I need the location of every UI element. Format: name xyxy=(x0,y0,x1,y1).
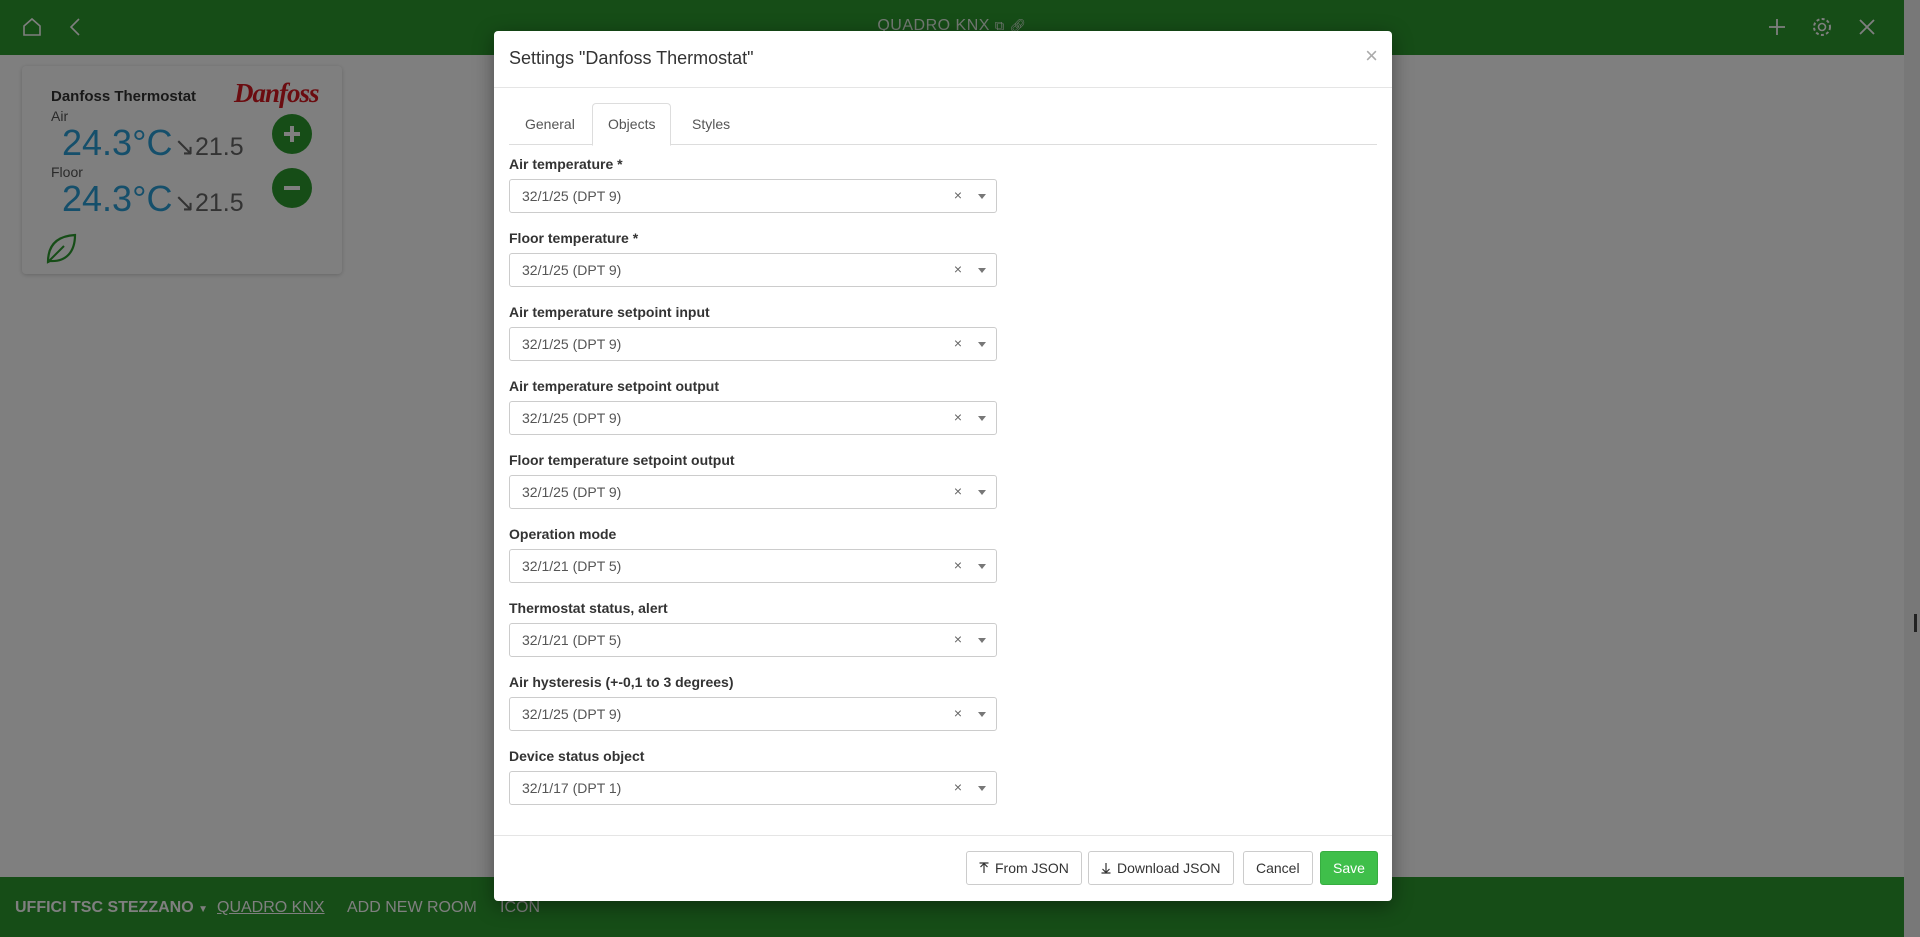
dialog-header: Settings "Danfoss Thermostat" × xyxy=(494,31,1392,88)
select-operation-mode[interactable]: 32/1/21 (DPT 5) × xyxy=(509,549,997,583)
select-value: 32/1/25 (DPT 9) xyxy=(522,410,622,426)
tab-styles[interactable]: Styles xyxy=(676,103,746,146)
select-value: 32/1/25 (DPT 9) xyxy=(522,706,622,722)
cancel-button[interactable]: Cancel xyxy=(1243,851,1313,885)
chevron-down-icon[interactable] xyxy=(978,342,986,347)
select-floor-temperature[interactable]: 32/1/25 (DPT 9) × xyxy=(509,253,997,287)
dialog-close-button[interactable]: × xyxy=(1365,43,1378,69)
field-label-thermostat-status: Thermostat status, alert xyxy=(509,600,668,616)
field-label-device-status: Device status object xyxy=(509,748,645,764)
download-icon xyxy=(1101,863,1111,874)
clear-icon[interactable]: × xyxy=(954,187,962,203)
select-air-hysteresis[interactable]: 32/1/25 (DPT 9) × xyxy=(509,697,997,731)
download-json-button[interactable]: Download JSON xyxy=(1088,851,1234,885)
chevron-down-icon[interactable] xyxy=(978,786,986,791)
clear-icon[interactable]: × xyxy=(954,261,962,277)
select-device-status[interactable]: 32/1/17 (DPT 1) × xyxy=(509,771,997,805)
chevron-down-icon[interactable] xyxy=(978,490,986,495)
mouse-cursor xyxy=(1914,614,1917,632)
select-floor-setpoint-output[interactable]: 32/1/25 (DPT 9) × xyxy=(509,475,997,509)
chevron-down-icon[interactable] xyxy=(978,268,986,273)
clear-icon[interactable]: × xyxy=(954,779,962,795)
select-air-setpoint-output[interactable]: 32/1/25 (DPT 9) × xyxy=(509,401,997,435)
chevron-down-icon[interactable] xyxy=(978,564,986,569)
field-label-air-temperature: Air temperature * xyxy=(509,156,623,172)
tab-general[interactable]: General xyxy=(509,103,591,146)
select-thermostat-status[interactable]: 32/1/21 (DPT 5) × xyxy=(509,623,997,657)
chevron-down-icon[interactable] xyxy=(978,194,986,199)
field-label-floor-setpoint-output: Floor temperature setpoint output xyxy=(509,452,735,468)
clear-icon[interactable]: × xyxy=(954,631,962,647)
field-label-air-setpoint-input: Air temperature setpoint input xyxy=(509,304,710,320)
select-value: 32/1/21 (DPT 5) xyxy=(522,632,622,648)
dialog-footer: From JSON Download JSON Cancel Save xyxy=(494,835,1392,901)
from-json-label: From JSON xyxy=(995,860,1069,876)
clear-icon[interactable]: × xyxy=(954,409,962,425)
clear-icon[interactable]: × xyxy=(954,335,962,351)
clear-icon[interactable]: × xyxy=(954,705,962,721)
tab-objects[interactable]: Objects xyxy=(592,103,672,146)
from-json-button[interactable]: From JSON xyxy=(966,851,1082,885)
field-label-air-setpoint-output: Air temperature setpoint output xyxy=(509,378,720,394)
select-air-setpoint-input[interactable]: 32/1/25 (DPT 9) × xyxy=(509,327,997,361)
field-label-floor-temperature: Floor temperature * xyxy=(509,230,639,246)
download-json-label: Download JSON xyxy=(1117,860,1221,876)
clear-icon[interactable]: × xyxy=(954,483,962,499)
chevron-down-icon[interactable] xyxy=(978,712,986,717)
select-value: 32/1/25 (DPT 9) xyxy=(522,262,622,278)
select-value: 32/1/21 (DPT 5) xyxy=(522,558,622,574)
select-value: 32/1/25 (DPT 9) xyxy=(522,336,622,352)
save-button[interactable]: Save xyxy=(1320,851,1378,885)
select-value: 32/1/25 (DPT 9) xyxy=(522,188,622,204)
dialog-tabs: General Objects Styles xyxy=(509,103,1377,146)
select-value: 32/1/25 (DPT 9) xyxy=(522,484,622,500)
settings-dialog: Settings "Danfoss Thermostat" × General … xyxy=(494,31,1392,901)
upload-icon xyxy=(979,862,989,873)
field-label-operation-mode: Operation mode xyxy=(509,526,617,542)
chevron-down-icon[interactable] xyxy=(978,638,986,643)
field-label-air-hysteresis: Air hysteresis (+-0,1 to 3 degrees) xyxy=(509,674,734,690)
chevron-down-icon[interactable] xyxy=(978,416,986,421)
select-value: 32/1/17 (DPT 1) xyxy=(522,780,622,796)
dialog-title: Settings "Danfoss Thermostat" xyxy=(509,48,754,68)
select-air-temperature[interactable]: 32/1/25 (DPT 9) × xyxy=(509,179,997,213)
clear-icon[interactable]: × xyxy=(954,557,962,573)
